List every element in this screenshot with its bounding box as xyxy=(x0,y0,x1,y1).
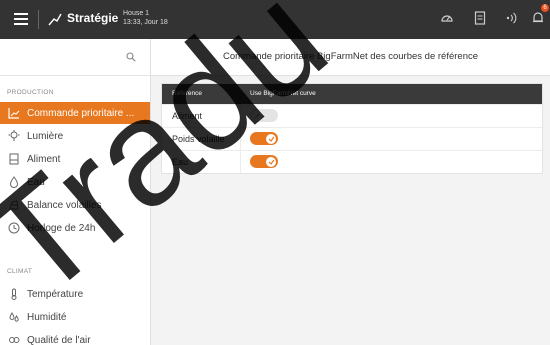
bell-icon[interactable] xyxy=(532,11,544,25)
sidebar-item-label: Lumière xyxy=(27,130,64,142)
air-quality-icon xyxy=(8,334,20,345)
table-row: Poids volaille xyxy=(162,127,542,150)
reference-curves-table: Référence Use BigFarmNet curve Aliment P… xyxy=(161,83,543,174)
row-reference-label: Poids volaille xyxy=(172,134,225,144)
column-header-use-curve: Use BigFarmNet curve xyxy=(250,90,316,97)
panel-header: Commande prioritaire BigFarmNet des cour… xyxy=(151,39,550,76)
menu-icon[interactable] xyxy=(14,13,28,25)
table-row: Aliment xyxy=(162,104,542,127)
sidebar-item-temperature[interactable]: Température xyxy=(0,283,150,305)
toggle-off-icon xyxy=(254,113,260,118)
humidity-icon xyxy=(8,311,20,323)
scale-icon xyxy=(8,199,20,211)
sidebar-search[interactable] xyxy=(0,39,150,76)
strategy-chart-icon xyxy=(48,13,62,26)
sidebar-item-water[interactable]: Eau xyxy=(0,171,150,193)
house-name: House 1 xyxy=(123,10,150,17)
column-header-reference: Référence xyxy=(172,90,202,97)
use-curve-toggle[interactable] xyxy=(250,109,278,122)
sidebar-item-feed[interactable]: Aliment xyxy=(0,148,150,170)
row-reference-label: Aliment xyxy=(172,111,203,121)
sidebar-item-poultry-scale[interactable]: Balance volailles xyxy=(0,194,150,216)
water-drop-icon xyxy=(8,176,20,188)
sidebar-item-label: Horloge de 24h xyxy=(27,222,96,234)
column-divider xyxy=(240,105,241,127)
table-row: Eau xyxy=(162,150,542,173)
check-icon xyxy=(268,136,274,142)
document-icon[interactable] xyxy=(474,11,486,25)
toggle-knob xyxy=(266,133,276,144)
sidebar-item-humidity[interactable]: Humidité xyxy=(0,306,150,328)
sidebar-item-air-quality[interactable]: Qualité de l'air xyxy=(0,329,150,345)
main-panel: Commande prioritaire BigFarmNet des cour… xyxy=(151,39,550,345)
toggle-knob xyxy=(252,110,262,121)
sidebar-item-24h-clock[interactable]: Horloge de 24h xyxy=(0,217,150,239)
use-curve-toggle[interactable] xyxy=(250,132,278,145)
table-header: Référence Use BigFarmNet curve xyxy=(162,84,542,104)
sidebar-item-label: Qualité de l'air xyxy=(27,334,91,345)
check-icon xyxy=(268,159,274,165)
top-bar: Stratégie House 1 13:33, Jour 18 6 xyxy=(0,0,550,39)
page-title: Stratégie xyxy=(67,11,119,25)
thermometer-icon xyxy=(8,288,20,300)
sidebar-item-label: Température xyxy=(27,288,84,300)
toggle-knob xyxy=(266,156,276,167)
priority-curve-icon xyxy=(8,107,20,119)
sidebar-item-label: Aliment xyxy=(27,153,61,165)
sidebar-item-label: Commande prioritaire ... xyxy=(27,107,135,119)
use-curve-toggle[interactable] xyxy=(250,155,278,168)
column-divider xyxy=(240,151,241,173)
panel-title: Commande prioritaire BigFarmNet des cour… xyxy=(222,51,479,62)
notification-badge: 6 xyxy=(541,4,549,12)
light-icon xyxy=(8,130,20,142)
clock-icon xyxy=(8,222,20,234)
feed-icon xyxy=(8,153,20,165)
header-divider xyxy=(38,10,39,29)
sidebar-item-label: Balance volailles xyxy=(27,199,102,211)
section-label-climat: CLIMAT xyxy=(7,268,33,275)
sidebar-item-priority-command[interactable]: Commande prioritaire ... xyxy=(0,102,150,124)
sidebar: PRODUCTION Commande prioritaire ... Lumi… xyxy=(0,39,151,345)
row-reference-label: Eau xyxy=(172,157,189,167)
house-time: 13:33, Jour 18 xyxy=(123,19,168,26)
dashboard-icon[interactable] xyxy=(440,11,454,25)
sidebar-item-label: Humidité xyxy=(27,311,67,323)
sidebar-item-label: Eau xyxy=(27,176,45,188)
signal-icon[interactable] xyxy=(504,11,518,25)
column-divider xyxy=(240,128,241,150)
section-label-production: PRODUCTION xyxy=(7,89,54,96)
search-icon[interactable] xyxy=(126,52,136,62)
sidebar-item-light[interactable]: Lumière xyxy=(0,125,150,147)
house-info[interactable]: House 1 13:33, Jour 18 xyxy=(123,9,168,27)
